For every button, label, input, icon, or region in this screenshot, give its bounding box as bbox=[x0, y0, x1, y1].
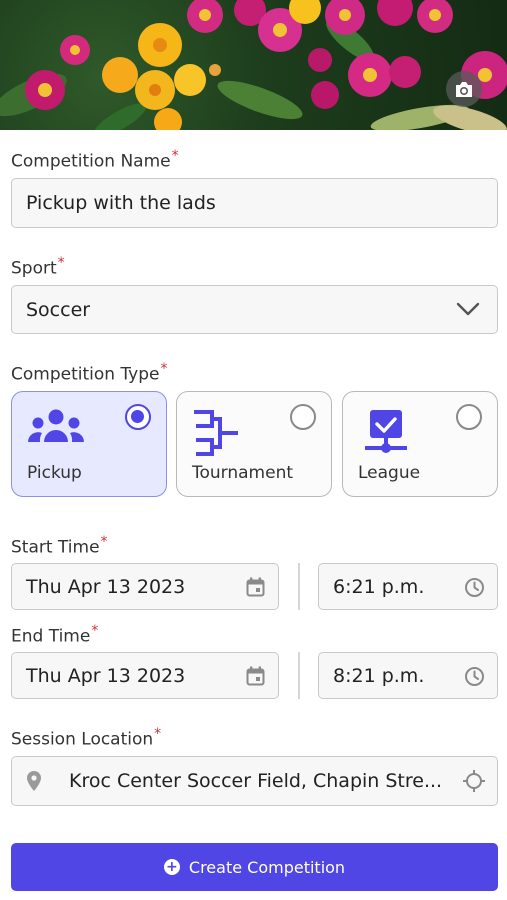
pickup-label: Pickup bbox=[27, 463, 82, 483]
location-pin-icon bbox=[27, 771, 41, 791]
session-location-label: Session Location* bbox=[11, 726, 162, 750]
clock-icon bbox=[465, 578, 484, 597]
start-time-label: Start Time* bbox=[11, 534, 108, 558]
clock-icon bbox=[465, 667, 484, 686]
session-location-input[interactable]: Kroc Center Soccer Field, Chapin Stre... bbox=[11, 756, 498, 806]
tournament-radio[interactable] bbox=[290, 404, 316, 430]
start-date-input[interactable]: Thu Apr 13 2023 bbox=[11, 563, 279, 610]
start-time-input[interactable]: 6:21 p.m. bbox=[318, 563, 498, 610]
competition-type-label: Competition Type* bbox=[11, 361, 168, 385]
sport-select[interactable]: Soccer bbox=[11, 285, 498, 334]
create-competition-label: Create Competition bbox=[188, 857, 346, 877]
end-date-input[interactable]: Thu Apr 13 2023 bbox=[11, 652, 279, 699]
my-location-icon[interactable] bbox=[463, 770, 485, 792]
calendar-icon bbox=[246, 666, 265, 686]
pickup-radio[interactable] bbox=[125, 404, 151, 430]
date-time-divider bbox=[298, 652, 300, 699]
league-radio[interactable] bbox=[456, 404, 482, 430]
competition-name-label: Competition Name* bbox=[11, 148, 179, 172]
league-icon bbox=[365, 408, 411, 460]
date-time-divider bbox=[298, 563, 300, 610]
bracket-icon bbox=[192, 408, 244, 462]
change-photo-button[interactable] bbox=[446, 71, 482, 107]
chevron-down-icon bbox=[456, 302, 480, 316]
end-time-label: End Time* bbox=[11, 623, 99, 647]
calendar-icon bbox=[246, 577, 265, 597]
type-option-league[interactable]: League bbox=[342, 391, 498, 497]
league-label: League bbox=[358, 463, 421, 483]
type-option-tournament[interactable]: Tournament bbox=[176, 391, 332, 497]
sport-label: Sport* bbox=[11, 255, 65, 279]
competition-name-input[interactable]: Pickup with the lads bbox=[11, 178, 498, 228]
create-competition-button[interactable]: + Create Competition bbox=[11, 843, 498, 891]
plus-circle-icon: + bbox=[163, 859, 180, 875]
end-time-input[interactable]: 8:21 p.m. bbox=[318, 652, 498, 699]
group-icon bbox=[27, 408, 85, 450]
type-option-pickup[interactable]: Pickup bbox=[11, 391, 167, 497]
cover-image bbox=[0, 0, 507, 130]
tournament-label: Tournament bbox=[192, 463, 294, 483]
camera-icon bbox=[456, 81, 472, 97]
flower-photo bbox=[0, 0, 507, 130]
